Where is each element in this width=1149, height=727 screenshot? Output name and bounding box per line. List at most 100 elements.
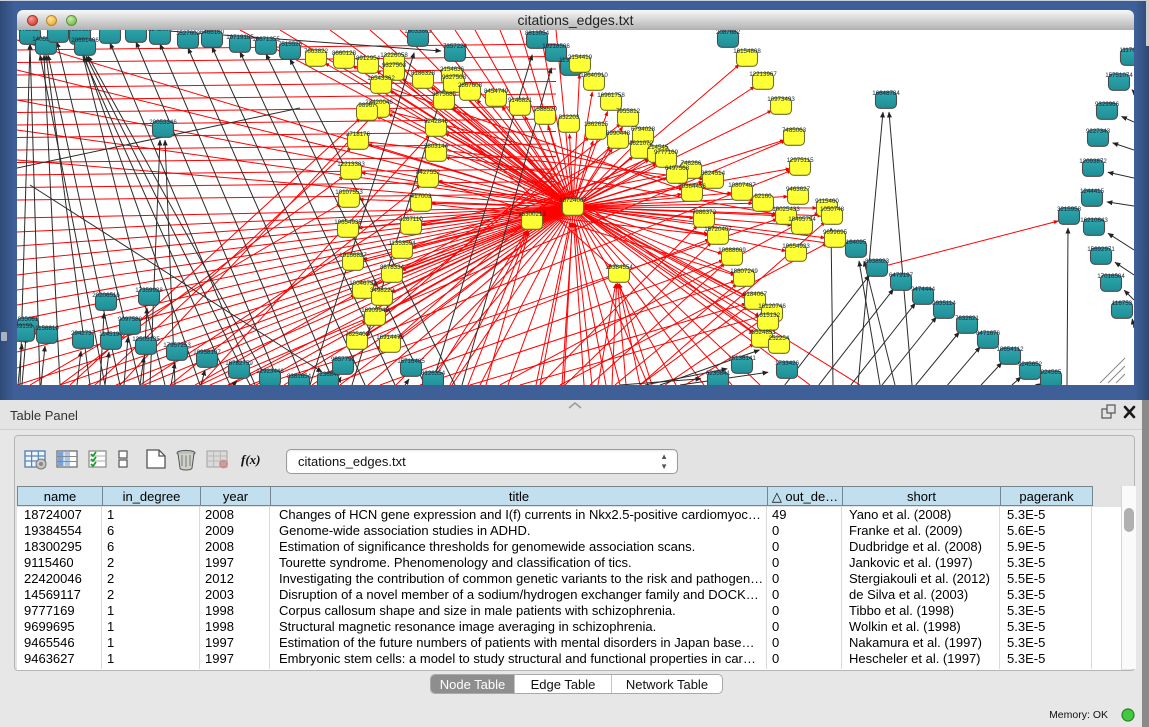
svg-text:3267110: 3267110 bbox=[399, 216, 423, 223]
svg-text:12213967: 12213967 bbox=[749, 71, 777, 78]
svg-text:16671355: 16671355 bbox=[252, 36, 280, 43]
svg-text:18724007: 18724007 bbox=[559, 197, 587, 204]
svg-text:16033809: 16033809 bbox=[404, 30, 432, 35]
svg-text:18495794: 18495794 bbox=[788, 216, 816, 223]
svg-text:10025433: 10025433 bbox=[772, 206, 800, 213]
svg-text:832203: 832203 bbox=[559, 114, 580, 121]
svg-text:9463627: 9463627 bbox=[786, 186, 811, 193]
svg-text:20364436: 20364436 bbox=[678, 183, 706, 190]
svg-text:8454749: 8454749 bbox=[484, 88, 509, 95]
svg-text:20206516: 20206516 bbox=[92, 292, 120, 299]
svg-text:6794028: 6794028 bbox=[631, 126, 656, 133]
svg-text:8878334: 8878334 bbox=[380, 264, 405, 271]
svg-text:8813054: 8813054 bbox=[525, 30, 550, 37]
svg-text:11353594: 11353594 bbox=[388, 240, 416, 247]
svg-text:9146821: 9146821 bbox=[508, 97, 533, 104]
svg-text:12505135: 12505135 bbox=[132, 336, 160, 343]
svg-text:2867608: 2867608 bbox=[458, 82, 483, 89]
svg-text:10958107: 10958107 bbox=[193, 349, 221, 356]
svg-text:1588520: 1588520 bbox=[533, 106, 558, 113]
svg-text:164095: 164095 bbox=[846, 239, 867, 246]
svg-text:17957253: 17957253 bbox=[163, 342, 191, 349]
svg-text:18807249: 18807249 bbox=[730, 268, 758, 275]
svg-text:15720407: 15720407 bbox=[704, 226, 732, 233]
svg-text:16914479: 16914479 bbox=[376, 334, 404, 341]
svg-text:9242848: 9242848 bbox=[424, 118, 449, 125]
svg-text:6479197: 6479197 bbox=[889, 272, 914, 279]
svg-text:10807487: 10807487 bbox=[728, 182, 756, 189]
svg-text:15136141: 15136141 bbox=[728, 355, 756, 362]
svg-text:7357224: 7357224 bbox=[443, 43, 468, 50]
svg-text:9327508: 9327508 bbox=[442, 74, 467, 81]
svg-text:8427552: 8427552 bbox=[416, 169, 441, 176]
svg-text:9227343: 9227343 bbox=[1086, 128, 1111, 135]
svg-text:6235841: 6235841 bbox=[706, 370, 731, 377]
svg-text:9184067: 9184067 bbox=[743, 291, 768, 298]
svg-text:7955812: 7955812 bbox=[616, 108, 641, 115]
svg-text:1244415: 1244415 bbox=[1080, 188, 1105, 195]
svg-text:2803144: 2803144 bbox=[424, 143, 449, 150]
svg-text:2242004: 2242004 bbox=[148, 30, 173, 33]
svg-text:7986372: 7986372 bbox=[692, 209, 717, 216]
svg-text:2718176: 2718176 bbox=[346, 131, 371, 138]
svg-text:98967: 98967 bbox=[358, 102, 376, 109]
svg-text:7663822: 7663822 bbox=[304, 48, 329, 55]
svg-text:9465546: 9465546 bbox=[46, 30, 71, 31]
svg-text:9474444: 9474444 bbox=[911, 286, 936, 293]
svg-text:12975115: 12975115 bbox=[786, 157, 814, 164]
svg-text:10046738: 10046738 bbox=[349, 280, 377, 287]
svg-text:20053346: 20053346 bbox=[149, 119, 177, 126]
svg-text:1362615: 1362615 bbox=[584, 121, 609, 128]
svg-text:19218506: 19218506 bbox=[542, 43, 570, 50]
svg-text:9115460: 9115460 bbox=[815, 198, 839, 205]
svg-text:3824514: 3824514 bbox=[701, 170, 726, 177]
svg-text:7625402: 7625402 bbox=[345, 331, 370, 338]
svg-text:13226058: 13226058 bbox=[380, 52, 408, 59]
svg-text:12093872: 12093872 bbox=[1079, 158, 1107, 165]
svg-text:2935114: 2935114 bbox=[932, 300, 956, 307]
svg-text:3498222: 3498222 bbox=[370, 287, 395, 294]
svg-text:1050748: 1050748 bbox=[820, 206, 845, 213]
svg-text:19654935: 19654935 bbox=[334, 219, 362, 226]
svg-text:9857791: 9857791 bbox=[331, 356, 356, 363]
svg-text:15300213: 15300213 bbox=[518, 211, 546, 218]
svg-text:6497568: 6497568 bbox=[665, 165, 690, 172]
svg-text:18640910: 18640910 bbox=[580, 72, 608, 79]
svg-text:16648784: 16648784 bbox=[872, 90, 900, 97]
svg-text:16210643: 16210643 bbox=[1080, 217, 1108, 224]
svg-text:9699695: 9699695 bbox=[68, 30, 93, 33]
svg-text:8471676: 8471676 bbox=[976, 330, 1001, 337]
svg-text:9097588: 9097588 bbox=[118, 316, 143, 323]
svg-text:2154419: 2154419 bbox=[568, 54, 593, 61]
svg-text:252254: 252254 bbox=[769, 335, 790, 342]
svg-text:1456911: 1456911 bbox=[124, 30, 148, 31]
svg-text:16154808: 16154808 bbox=[733, 48, 761, 55]
svg-text:8912954: 8912954 bbox=[356, 55, 381, 62]
svg-text:15751074: 15751074 bbox=[1105, 72, 1133, 79]
svg-text:12923446: 12923446 bbox=[256, 368, 284, 375]
svg-text:12213383: 12213383 bbox=[337, 161, 365, 168]
svg-text:835061: 835061 bbox=[18, 316, 39, 323]
svg-text:17359928: 17359928 bbox=[135, 287, 163, 294]
svg-text:6466160: 6466160 bbox=[200, 30, 225, 36]
svg-text:16120746: 16120746 bbox=[758, 303, 786, 310]
svg-text:1117642: 1117642 bbox=[1119, 47, 1134, 54]
svg-text:19384554: 19384554 bbox=[605, 264, 633, 271]
svg-text:8660128: 8660128 bbox=[332, 50, 357, 57]
svg-text:2942737: 2942737 bbox=[71, 330, 96, 337]
svg-text:10973493: 10973493 bbox=[767, 96, 795, 103]
svg-text:10107553: 10107553 bbox=[335, 189, 363, 196]
svg-text:10719185: 10719185 bbox=[226, 34, 254, 41]
svg-text:10688609: 10688609 bbox=[718, 247, 746, 254]
svg-text:116753: 116753 bbox=[1112, 300, 1133, 307]
svg-text:16543362: 16543362 bbox=[367, 75, 395, 82]
svg-text:9699695: 9699695 bbox=[823, 229, 848, 236]
svg-text:1733426: 1733426 bbox=[775, 360, 800, 367]
svg-text:924565: 924565 bbox=[1041, 369, 1062, 376]
svg-text:3215958: 3215958 bbox=[1057, 206, 1082, 213]
svg-text:8938923: 8938923 bbox=[865, 258, 890, 265]
svg-text:9463627: 9463627 bbox=[18, 30, 43, 33]
svg-text:9327503: 9327503 bbox=[382, 62, 407, 69]
svg-text:1156819: 1156819 bbox=[35, 325, 59, 332]
svg-text:7632621: 7632621 bbox=[955, 315, 980, 322]
